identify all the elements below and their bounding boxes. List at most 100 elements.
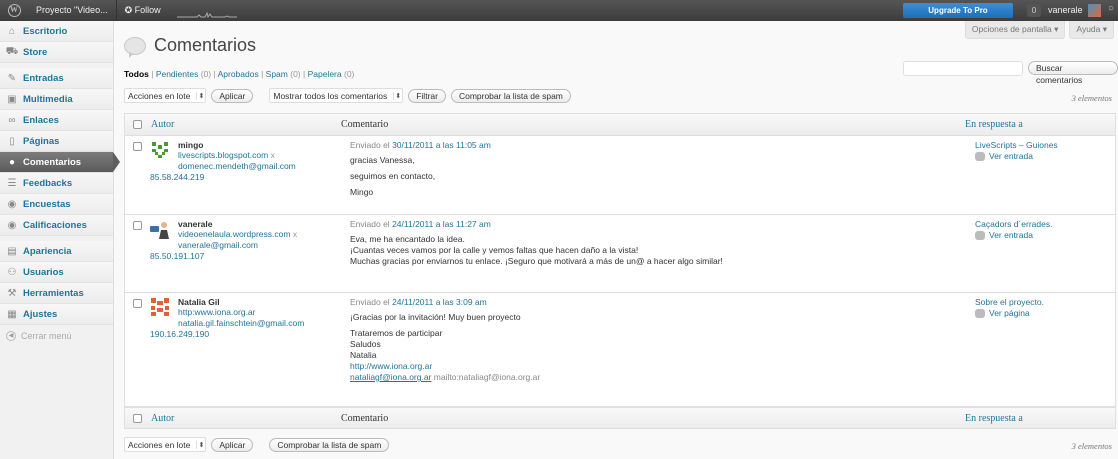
bulk-actions-select[interactable]: Acciones en lote ⬍	[124, 88, 207, 103]
feedback-icon: ☰	[7, 177, 17, 189]
appearance-icon: ▤	[7, 245, 17, 257]
view-page-link[interactable]: Ver página	[989, 308, 1030, 319]
collapse-menu-button[interactable]: ◀ Cerrar menú	[0, 325, 113, 346]
rating-icon: ◉	[7, 219, 17, 231]
wordpress-logo-icon[interactable]: W	[0, 0, 28, 21]
post-title-link[interactable]: LiveScripts – Guiones	[975, 140, 1058, 150]
search-comments-button[interactable]: Buscar comentarios	[1028, 61, 1118, 85]
comment-count-icon	[975, 309, 985, 318]
author-email[interactable]: domenec.mendeth@gmail.com	[178, 161, 296, 172]
filter-all[interactable]: Todos	[124, 69, 149, 79]
author-url[interactable]: videoenelaula.wordpress.com	[178, 229, 290, 239]
remove-url-icon[interactable]: x	[293, 229, 297, 239]
comments-table: Autor Comentario En respuesta a	[124, 113, 1116, 137]
author-ip[interactable]: 190.16.249.190	[150, 329, 209, 340]
notification-count[interactable]: 0	[1027, 4, 1041, 17]
page-header: Comentarios	[124, 35, 257, 58]
author-ip[interactable]: 85.58.244.219	[150, 172, 204, 183]
page-title: Comentarios	[154, 35, 257, 55]
search-input[interactable]	[903, 61, 1023, 76]
sidebar-item-enlaces[interactable]: ∞ Enlaces	[0, 110, 113, 131]
table-footer: Autor Comentario En respuesta a	[124, 407, 1116, 429]
avatar[interactable]	[1088, 4, 1101, 17]
sidebar-item-multimedia[interactable]: ▣ Multimedia	[0, 89, 113, 110]
select-all-checkbox[interactable]	[133, 120, 142, 129]
bulk-actions-select-bottom[interactable]: Acciones en lote ⬍	[124, 437, 207, 452]
pending-count: (0)	[200, 69, 212, 79]
column-author-footer[interactable]: Autor	[151, 413, 341, 424]
in-response-to: Sobre el proyecto. Ver página	[975, 297, 1044, 319]
apply-button[interactable]: Aplicar	[211, 88, 254, 103]
sidebar-item-usuarios[interactable]: ⚇ Usuarios	[0, 262, 113, 283]
sidebar-item-entradas[interactable]: ✎ Entradas	[0, 68, 113, 89]
sidebar-item-ajustes[interactable]: ▦ Ajustes	[0, 304, 113, 325]
row-checkbox[interactable]	[133, 299, 142, 308]
view-post-link[interactable]: Ver entrada	[989, 230, 1033, 241]
submitted-on: Enviado el 24/11/2011 a las 3:09 am	[350, 297, 487, 307]
post-title-link[interactable]: Caçadors d´errades.	[975, 219, 1052, 229]
remove-url-icon[interactable]: x	[271, 150, 275, 160]
table-row: vanerale videoenelaula.wordpress.com x v…	[124, 215, 1116, 293]
author-url[interactable]: http:www.iona.org.ar	[178, 307, 255, 318]
row-checkbox[interactable]	[133, 221, 142, 230]
comment-icon: ●	[8, 156, 16, 168]
comment-type-select[interactable]: Mostrar todos los comentarios ⬍	[269, 88, 404, 103]
comment-mail-link[interactable]: nataliagf@iona.org.ar	[350, 372, 431, 382]
apply-button-bottom[interactable]: Aplicar	[211, 437, 254, 452]
sidebar-item-comentarios[interactable]: ● Comentarios	[0, 152, 120, 173]
author-ip[interactable]: 85.50.191.107	[150, 251, 204, 262]
follow-button[interactable]: ✪ Follow	[117, 0, 169, 21]
sidebar-item-paginas[interactable]: ▯ Páginas	[0, 131, 113, 152]
upgrade-button[interactable]: Upgrade To Pro	[903, 3, 1013, 18]
author-email[interactable]: vanerale@gmail.com	[178, 240, 258, 251]
author-name: Natalia Gil	[178, 297, 220, 307]
submitted-on: Enviado el 24/11/2011 a las 11:27 am	[350, 219, 491, 229]
filter-trash[interactable]: Papelera	[308, 69, 342, 79]
sidebar-item-feedbacks[interactable]: ☰ Feedbacks	[0, 173, 113, 194]
column-reply-footer[interactable]: En respuesta a	[965, 413, 1023, 424]
comments-icon	[124, 36, 146, 58]
search-icon[interactable]: ○	[1108, 3, 1118, 17]
sidebar-item-encuestas[interactable]: ◉ Encuestas	[0, 194, 113, 215]
comment-date-link[interactable]: 24/11/2011 a las 11:27 am	[392, 219, 491, 229]
comment-date-link[interactable]: 30/11/2011 a las 11:05 am	[392, 140, 491, 150]
sidebar-item-store[interactable]: ⛟ Store	[0, 42, 113, 63]
in-response-to: Caçadors d´errades. Ver entrada	[975, 219, 1052, 241]
tablenav-bottom: Acciones en lote ⬍ Aplicar Comprobar la l…	[124, 437, 390, 452]
sidebar-item-apariencia[interactable]: ▤ Apariencia	[0, 241, 113, 262]
users-icon: ⚇	[7, 266, 17, 278]
user-account-link[interactable]: vanerale	[1048, 0, 1083, 21]
view-post-link[interactable]: Ver entrada	[989, 151, 1033, 162]
comment-text-line: Eva, me ha encantado la idea.	[350, 234, 465, 244]
column-author[interactable]: Autor	[151, 119, 341, 130]
sidebar-item-escritorio[interactable]: ⌂ Escritorio	[0, 21, 113, 42]
select-arrows-icon: ⬍	[393, 91, 402, 100]
row-checkbox[interactable]	[133, 142, 142, 151]
comment-body: Enviado el 24/11/2011 a las 3:09 am ¡Gra…	[350, 297, 970, 383]
sidebar-item-herramientas[interactable]: ⚒ Herramientas	[0, 283, 113, 304]
comment-mail-text: mailto:nataliagf@iona.org.ar	[431, 372, 541, 382]
sidebar-item-calificaciones[interactable]: ◉ Calificaciones	[0, 215, 113, 236]
comment-date-link[interactable]: 24/11/2011 a las 3:09 am	[392, 297, 487, 307]
site-name-link[interactable]: Proyecto "Video...	[28, 0, 117, 21]
select-arrows-icon: ⬍	[196, 440, 205, 449]
comment-text-line: seguimos en contacto,	[350, 171, 436, 181]
author-email[interactable]: natalia.gil.fainschtein@gmail.com	[178, 318, 304, 329]
column-comment-footer: Comentario	[341, 412, 389, 424]
post-title-link[interactable]: Sobre el proyecto.	[975, 297, 1044, 307]
filter-approved[interactable]: Aprobados	[218, 69, 259, 79]
search-box: Buscar comentarios	[903, 61, 1118, 85]
column-reply[interactable]: En respuesta a	[965, 119, 1023, 130]
filter-pending[interactable]: Pendientes	[156, 69, 199, 79]
check-spam-button-bottom[interactable]: Comprobar la lista de spam	[269, 437, 390, 452]
screen-options-tab[interactable]: Opciones de pantalla ▾	[964, 21, 1066, 39]
check-spam-button[interactable]: Comprobar la lista de spam	[450, 88, 571, 103]
author-url[interactable]: livescripts.blogspot.com	[178, 150, 268, 160]
stats-sparkline[interactable]	[176, 4, 237, 18]
filter-spam[interactable]: Spam	[266, 69, 288, 79]
select-all-checkbox-footer[interactable]	[133, 413, 142, 423]
filter-button[interactable]: Filtrar	[408, 88, 446, 103]
help-tab[interactable]: Ayuda ▾	[1069, 21, 1114, 39]
comment-url-link[interactable]: http://www.iona.org.ar	[350, 361, 432, 371]
avatar	[152, 142, 168, 158]
